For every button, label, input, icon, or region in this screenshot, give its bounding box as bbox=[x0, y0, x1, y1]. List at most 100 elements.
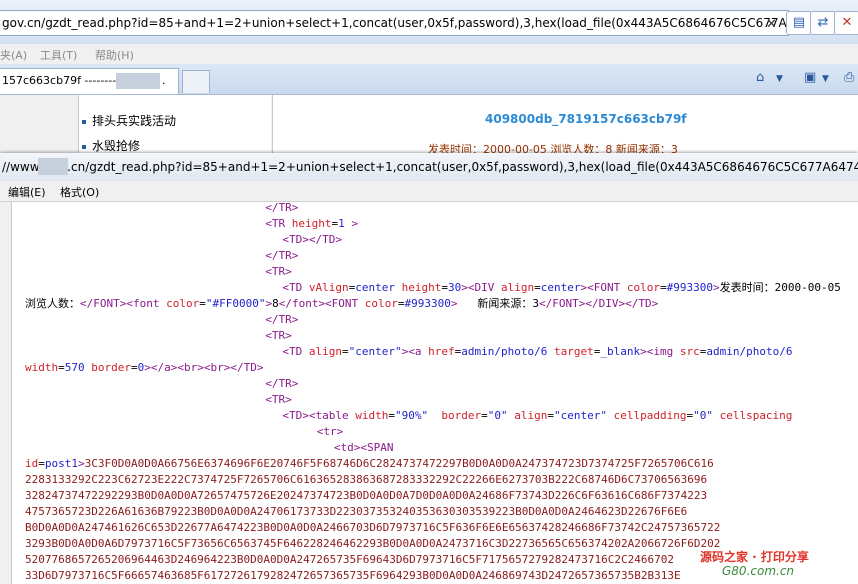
source-line: </TR> bbox=[265, 376, 298, 392]
source-token: cellpadding bbox=[613, 409, 687, 422]
source-token: id bbox=[25, 457, 39, 470]
compat-view-icon[interactable]: ▤ bbox=[786, 11, 812, 35]
source-token: href bbox=[428, 345, 455, 358]
source-token: <tr> bbox=[316, 425, 344, 438]
source-line: 浏览人数：</FONT><font color="#FF0000">8</fon… bbox=[25, 296, 658, 312]
source-token: </TR> bbox=[265, 377, 299, 390]
tab-active[interactable]: 157c663cb79f -------- . bbox=[0, 68, 179, 94]
print-icon[interactable]: ⎙ bbox=[844, 70, 854, 85]
source-token: </FONT><font bbox=[80, 297, 167, 310]
source-token: "0" bbox=[487, 409, 515, 422]
source-line: <td><SPAN bbox=[334, 440, 394, 456]
source-line: <tr> bbox=[317, 424, 344, 440]
address-clear-icon[interactable]: ✕ bbox=[766, 17, 777, 32]
source-token: _blank bbox=[600, 345, 641, 358]
menu-format[interactable]: 格式(O) bbox=[60, 184, 99, 200]
source-token: > bbox=[712, 281, 720, 294]
source-token: <a bbox=[408, 345, 429, 358]
menu-edit[interactable]: 编辑(E) bbox=[8, 184, 46, 200]
source-line: </TR> bbox=[265, 312, 298, 328]
source-token: color bbox=[626, 281, 660, 294]
source-token: = bbox=[38, 457, 45, 470]
source-token: 570 bbox=[64, 361, 92, 374]
address-text[interactable]: gov.cn/gzdt_read.php?id=85+and+1=2+union… bbox=[2, 16, 817, 30]
source-token: border bbox=[441, 409, 482, 422]
source-token: center bbox=[540, 281, 581, 294]
watermark-domain: G80.com.cn bbox=[722, 564, 795, 578]
source-line: <TD><table width="90%" border="0" align=… bbox=[282, 408, 792, 424]
source-line: id=post1>3C3F0D0A0D0A66756E6374696F6E207… bbox=[25, 456, 714, 472]
source-token: cellspacing bbox=[719, 409, 793, 422]
chevron-down-icon[interactable]: ▼ bbox=[822, 74, 829, 84]
source-gutter bbox=[0, 202, 12, 584]
chevron-down-icon[interactable]: ▼ bbox=[776, 74, 783, 84]
source-token: "#FF0000" bbox=[205, 297, 266, 310]
source-line: </TR> bbox=[265, 248, 298, 264]
source-token: <FONT bbox=[587, 281, 627, 294]
source-line: 33D6D7973716C5F66657463685F6172726179282… bbox=[25, 568, 681, 584]
source-token: post1 bbox=[44, 457, 78, 470]
menu-help[interactable]: 帮助(H) bbox=[95, 47, 134, 63]
source-token: 4757365723D226A61636B79223B0D0A0D0A24706… bbox=[25, 505, 688, 518]
source-url-text[interactable]: //www. gov.cn/gzdt_read.php?id=85+and+1=… bbox=[2, 160, 858, 174]
source-token: <TD></TD> bbox=[282, 233, 342, 246]
source-token: height bbox=[401, 281, 442, 294]
nav-item[interactable]: 水毁抢修 bbox=[82, 137, 140, 154]
menu-tools[interactable]: 工具(T) bbox=[40, 47, 77, 63]
source-token: 30 bbox=[448, 281, 462, 294]
source-token: = bbox=[388, 409, 395, 422]
source-code-view[interactable]: </TR> <TR height=1 > <TD></TD> </TR> <TR> <TD… bbox=[0, 202, 858, 584]
source-line: 2283133292C223C62723E222C7374725F7265706… bbox=[25, 472, 707, 488]
source-token: admin/photo/6 bbox=[461, 345, 554, 358]
source-token: > bbox=[640, 345, 647, 358]
source-token: "0" bbox=[693, 409, 720, 422]
source-token: = bbox=[397, 297, 405, 310]
browser-toolbar: gov.cn/gzdt_read.php?id=85+and+1=2+union… bbox=[0, 0, 858, 45]
home-icon[interactable]: ⌂ bbox=[756, 70, 764, 85]
source-line: B0D0A0D0A247461626C653D22677A6474223B0D0… bbox=[25, 520, 720, 536]
source-token: = bbox=[481, 409, 488, 422]
source-token: 新闻来源： bbox=[457, 297, 533, 310]
source-token: = bbox=[131, 361, 138, 374]
source-line: <TR> bbox=[265, 328, 292, 344]
feeds-icon[interactable]: ▣ bbox=[804, 70, 816, 85]
menu-favorites[interactable]: 夹(A) bbox=[0, 47, 27, 63]
redacted-block bbox=[116, 73, 160, 89]
source-window: //www. gov.cn/gzdt_read.php?id=85+and+1=… bbox=[0, 153, 858, 584]
source-line: 32824737472292293B0D0A0D0A72657475726E20… bbox=[25, 488, 707, 504]
source-token: #993300 bbox=[666, 281, 713, 294]
source-token: <TR> bbox=[265, 265, 292, 278]
source-token: = bbox=[660, 281, 667, 294]
source-token: #993300 bbox=[404, 297, 451, 310]
source-token: > bbox=[344, 217, 358, 230]
source-token: 33D6D7973716C5F66657463685F6172726179282… bbox=[25, 569, 681, 582]
source-token: <img bbox=[646, 345, 680, 358]
source-token: color bbox=[166, 297, 200, 310]
refresh-icon[interactable]: ⇄ bbox=[810, 11, 836, 35]
source-token: = bbox=[441, 281, 448, 294]
source-token: height bbox=[291, 217, 332, 230]
source-token: target bbox=[553, 345, 594, 358]
source-line: <TD vAlign=center height=30><DIV align=c… bbox=[282, 280, 840, 296]
source-token: width bbox=[25, 361, 59, 374]
source-token: 浏览人数： bbox=[25, 297, 80, 310]
source-token: <TD bbox=[282, 345, 309, 358]
source-token: B0D0A0D0A247461626C653D22677A6474223B0D0… bbox=[25, 521, 721, 534]
source-line: width=570 border=0></a><br><br></TD> bbox=[25, 360, 263, 376]
source-menubar: 编辑(E) 格式(O) bbox=[0, 181, 858, 202]
source-token: 1 bbox=[338, 217, 345, 230]
nav-item[interactable]: 排头兵实践活动 bbox=[82, 112, 176, 129]
source-token: = bbox=[58, 361, 65, 374]
new-tab-button[interactable] bbox=[182, 70, 210, 93]
stop-icon[interactable]: ✕ bbox=[834, 11, 858, 35]
address-bar[interactable]: gov.cn/gzdt_read.php?id=85+and+1=2+union… bbox=[0, 10, 817, 36]
source-token: 2283133292C223C62723E222C7374725F7265706… bbox=[25, 473, 708, 486]
source-token: <TD><table bbox=[282, 409, 356, 422]
source-line: <TD></TD> bbox=[282, 232, 342, 248]
source-token: vAlign bbox=[308, 281, 349, 294]
source-url-bar: //www. gov.cn/gzdt_read.php?id=85+and+1=… bbox=[0, 153, 858, 182]
source-line: 5207768657265206964463D246964223B0D0A0D0… bbox=[25, 552, 674, 568]
source-token: <TR bbox=[265, 217, 292, 230]
source-token: 3C3F0D0A0D0A66756E6374696F6E20746F5F6874… bbox=[84, 457, 714, 470]
source-token: width bbox=[355, 409, 389, 422]
